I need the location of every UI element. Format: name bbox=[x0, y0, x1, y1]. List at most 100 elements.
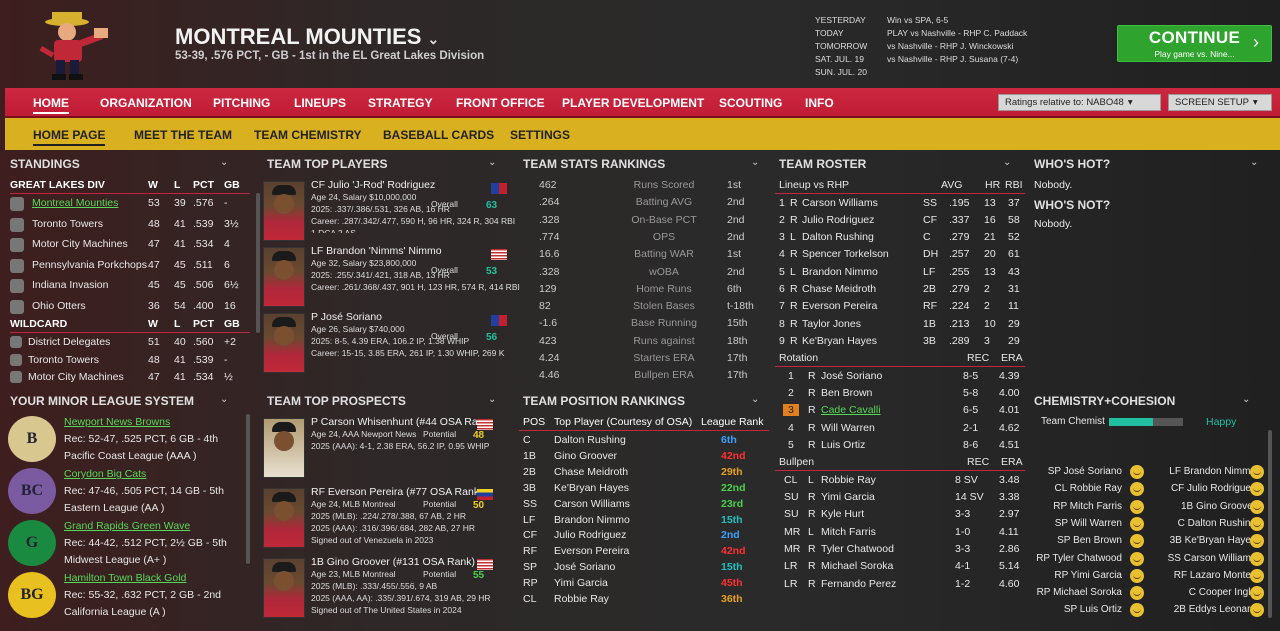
lineup-row[interactable]: 6 R Chase Meidroth 2B .279 2 31 bbox=[775, 281, 1025, 298]
lineup-row[interactable]: 8 R Taylor Jones 1B .213 10 29 bbox=[775, 316, 1025, 333]
team-name[interactable]: Pennsylvania Porkchops bbox=[32, 259, 147, 271]
ratings-select[interactable]: Ratings relative to: NABO48 ▾ bbox=[998, 94, 1161, 111]
prospect-card[interactable]: 1B Gino Groover (#131 OSA Rank) Age 23, M… bbox=[263, 556, 508, 626]
position-rank-row[interactable]: RF Everson Pereira 42nd bbox=[519, 543, 769, 560]
chevron-down-icon[interactable]: ⌄ bbox=[488, 394, 496, 405]
position-rank-row[interactable]: LF Brandon Nimmo 15th bbox=[519, 512, 769, 529]
standings-row[interactable]: Montreal Mounties 53 39 .576- bbox=[10, 195, 250, 212]
lineup-row[interactable]: 1 R Carson Williams SS .195 13 37 bbox=[775, 195, 1025, 212]
bullpen-row[interactable]: SU R Kyle Hurt 3-3 2.97 bbox=[775, 506, 1025, 523]
player-name[interactable]: Everson Pereira bbox=[802, 300, 877, 312]
team-name[interactable]: Motor City Machines bbox=[32, 238, 128, 250]
nav-lineups[interactable]: LINEUPS bbox=[294, 96, 346, 110]
prospect-card[interactable]: RF Everson Pereira (#77 OSA Rank Age 24, … bbox=[263, 486, 508, 556]
player-name[interactable]: Brandon Nimmo bbox=[802, 266, 878, 278]
prospect-card[interactable]: P Carson Whisenhunt (#44 OSA Ra Age 24, A… bbox=[263, 416, 508, 486]
chevron-down-icon[interactable]: ⌄ bbox=[1242, 394, 1250, 405]
continue-button[interactable]: CONTINUE Play game vs. Nine... › bbox=[1117, 25, 1272, 62]
player-name[interactable]: Michael Soroka bbox=[821, 560, 893, 572]
player-name[interactable]: Ben Brown bbox=[821, 387, 872, 399]
minor-team-link[interactable]: Corydon Big Cats bbox=[64, 468, 146, 480]
player-name[interactable]: Spencer Torkelson bbox=[802, 248, 889, 260]
team-name[interactable]: Indiana Invasion bbox=[32, 279, 108, 291]
nav-home[interactable]: HOME bbox=[33, 96, 69, 114]
player-name[interactable]: Julio Rodriguez bbox=[802, 214, 874, 226]
position-rank-row[interactable]: SP José Soriano 15th bbox=[519, 559, 769, 576]
chevron-down-icon[interactable]: ⌄ bbox=[488, 157, 496, 168]
team-name[interactable]: Toronto Towers bbox=[32, 218, 103, 230]
chem-player[interactable]: SP Luis Ortiz bbox=[1034, 604, 1122, 615]
player-name[interactable]: Julio Rodriguez bbox=[554, 529, 626, 541]
chevron-down-icon[interactable]: ⌄ bbox=[220, 394, 228, 405]
rotation-row[interactable]: 1 R José Soriano 8-5 4.39 bbox=[775, 368, 1025, 385]
standings-row[interactable]: Pennsylvania Porkchops 47 45 .511 6 bbox=[10, 257, 250, 274]
player-name[interactable]: Brandon Nimmo bbox=[554, 514, 630, 526]
chem-player[interactable]: SS Carson Williams bbox=[1148, 553, 1256, 564]
rotation-row[interactable]: 3 R Cade Cavalli 6-5 4.01 bbox=[775, 402, 1025, 419]
rotation-row[interactable]: 4 R Will Warren 2-1 4.62 bbox=[775, 420, 1025, 437]
team-name[interactable]: District Delegates bbox=[28, 336, 110, 348]
rotation-row[interactable]: 5 R Luis Ortiz 8-6 4.51 bbox=[775, 437, 1025, 454]
wildcard-row[interactable]: Toronto Towers 48 41 .539- bbox=[10, 352, 250, 369]
player-card[interactable]: P José Soriano Age 26, Salary $740,000 202… bbox=[263, 311, 508, 375]
team-name-dropdown[interactable]: MONTREAL MOUNTIES ⌄ bbox=[175, 24, 439, 50]
player-name[interactable]: Chase Meidroth bbox=[554, 466, 628, 478]
position-rank-row[interactable]: CL Robbie Ray 36th bbox=[519, 591, 769, 608]
nav-front-office[interactable]: FRONT OFFICE bbox=[456, 96, 545, 110]
prospect-name[interactable]: 1B Gino Groover (#131 OSA Rank) bbox=[311, 556, 491, 568]
player-name[interactable]: Yimi Garcia bbox=[821, 491, 875, 503]
chem-player[interactable]: SP José Soriano bbox=[1034, 466, 1122, 477]
position-rank-row[interactable]: 1B Gino Groover 42nd bbox=[519, 448, 769, 465]
chem-player[interactable]: CL Robbie Ray bbox=[1034, 483, 1122, 494]
player-name[interactable]: Luis Ortiz bbox=[821, 439, 865, 451]
player-name[interactable]: José Soriano bbox=[554, 561, 615, 573]
chevron-down-icon[interactable]: ⌄ bbox=[751, 394, 759, 405]
position-rank-row[interactable]: SS Carson Williams 23rd bbox=[519, 496, 769, 513]
position-rank-row[interactable]: C Dalton Rushing 6th bbox=[519, 432, 769, 449]
player-name[interactable]: Everson Pereira bbox=[554, 545, 629, 557]
chem-player[interactable]: CF Julio Rodriguez bbox=[1148, 483, 1256, 494]
player-name[interactable]: Chase Meidroth bbox=[802, 283, 876, 295]
position-rank-row[interactable]: 2B Chase Meidroth 29th bbox=[519, 464, 769, 481]
position-rank-row[interactable]: CF Julio Rodriguez 2nd bbox=[519, 527, 769, 544]
chem-player[interactable]: C Cooper Ingle bbox=[1148, 587, 1256, 598]
subnav-team-chemistry[interactable]: TEAM CHEMISTRY bbox=[254, 128, 362, 142]
lineup-row[interactable]: 4 R Spencer Torkelson DH .257 20 61 bbox=[775, 246, 1025, 263]
player-name[interactable]: Carson Williams bbox=[802, 197, 878, 209]
lineup-row[interactable]: 2 R Julio Rodriguez CF .337 16 58 bbox=[775, 212, 1025, 229]
player-name[interactable]: P José Soriano bbox=[311, 311, 504, 323]
bullpen-row[interactable]: SU R Yimi Garcia 14 SV 3.38 bbox=[775, 489, 1025, 506]
player-name[interactable]: Robbie Ray bbox=[821, 474, 876, 486]
team-name[interactable]: Toronto Towers bbox=[28, 354, 99, 366]
player-name[interactable]: Gino Groover bbox=[554, 450, 617, 462]
lineup-row[interactable]: 9 R Ke'Bryan Hayes 3B .289 3 29 bbox=[775, 333, 1025, 350]
nav-strategy[interactable]: STRATEGY bbox=[368, 96, 432, 110]
player-name[interactable]: Dalton Rushing bbox=[802, 231, 874, 243]
player-name[interactable]: Kyle Hurt bbox=[821, 508, 864, 520]
prospect-name[interactable]: RF Everson Pereira (#77 OSA Rank bbox=[311, 486, 479, 498]
player-name[interactable]: Mitch Farris bbox=[821, 526, 876, 538]
standings-row[interactable]: Ohio Otters 36 54 .400 16 bbox=[10, 298, 250, 315]
nav-organization[interactable]: ORGANIZATION bbox=[100, 96, 192, 110]
player-name[interactable]: Taylor Jones bbox=[802, 318, 861, 330]
minor-team-link[interactable]: Grand Rapids Green Wave bbox=[64, 520, 190, 532]
bullpen-row[interactable]: CL L Robbie Ray 8 SV 3.48 bbox=[775, 472, 1025, 489]
nav-info[interactable]: INFO bbox=[805, 96, 834, 110]
nav-scouting[interactable]: SCOUTING bbox=[719, 96, 782, 110]
lineup-row[interactable]: 5 L Brandon Nimmo LF .255 13 43 bbox=[775, 264, 1025, 281]
player-name[interactable]: Ke'Bryan Hayes bbox=[802, 335, 877, 347]
standings-row[interactable]: Indiana Invasion 45 45 .506 6½ bbox=[10, 277, 250, 294]
player-name[interactable]: Fernando Perez bbox=[821, 578, 896, 590]
screen-setup-select[interactable]: SCREEN SETUP ▾ bbox=[1168, 94, 1272, 111]
player-name[interactable]: Tyler Chatwood bbox=[821, 543, 894, 555]
chemistry-scrollbar[interactable] bbox=[1268, 430, 1272, 618]
player-name[interactable]: Dalton Rushing bbox=[554, 434, 626, 446]
team-name[interactable]: Montreal Mounties bbox=[32, 197, 118, 209]
nav-pitching[interactable]: PITCHING bbox=[213, 96, 270, 110]
chem-player[interactable]: 2B Eddys Leonard bbox=[1148, 604, 1256, 615]
player-card[interactable]: LF Brandon 'Nimms' Nimmo Age 32, Salary $… bbox=[263, 245, 520, 309]
player-card[interactable]: CF Julio 'J-Rod' Rodriguez Age 24, Salary… bbox=[263, 179, 515, 243]
player-name[interactable]: LF Brandon 'Nimms' Nimmo bbox=[311, 245, 520, 257]
chem-player[interactable]: RF Lazaro Montes bbox=[1148, 570, 1256, 581]
subnav-home-page[interactable]: HOME PAGE bbox=[33, 128, 106, 146]
